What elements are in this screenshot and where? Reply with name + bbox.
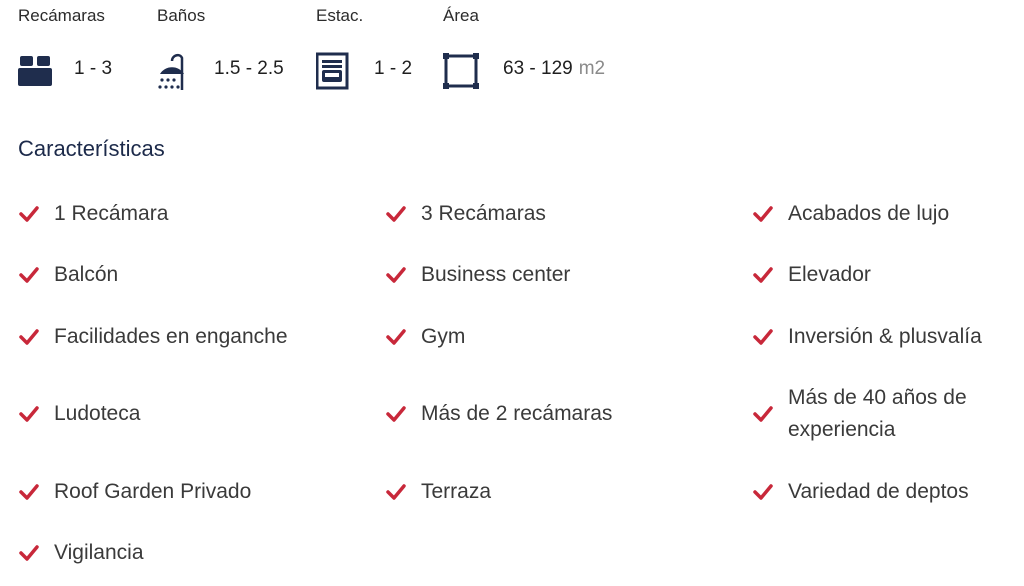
check-icon	[385, 403, 407, 425]
area-range: 63 - 129	[503, 58, 573, 79]
feature-label: Roof Garden Privado	[54, 480, 252, 503]
bedrooms-label: Recámaras	[18, 6, 105, 25]
feature-item: 3 Recámaras	[385, 198, 546, 230]
area-label: Área	[443, 6, 479, 25]
feature-item: Ludoteca	[18, 398, 140, 430]
check-icon	[385, 264, 407, 286]
features-title: Características	[18, 136, 165, 161]
feature-label: 3 Recámaras	[421, 202, 546, 225]
feature-label: Balcón	[54, 263, 119, 286]
feature-label: Gym	[421, 325, 466, 348]
feature-item: Más de 40 años de experiencia	[752, 382, 1012, 446]
feature-label: Más de 40 años de experiencia	[788, 386, 967, 441]
baths-value: 1.5 - 2.5	[214, 58, 284, 79]
check-icon	[18, 264, 40, 286]
feature-label: Variedad de deptos	[788, 480, 969, 503]
check-icon	[18, 326, 40, 348]
check-icon	[18, 542, 40, 564]
feature-label: Business center	[421, 263, 571, 286]
feature-label: 1 Recámara	[54, 202, 169, 225]
baths-label: Baños	[157, 6, 206, 25]
feature-item: Acabados de lujo	[752, 198, 949, 230]
shower-icon	[158, 53, 184, 90]
check-icon	[18, 403, 40, 425]
garage-icon	[316, 52, 349, 90]
bedrooms-value: 1 - 3	[74, 58, 113, 79]
check-icon	[385, 481, 407, 503]
feature-label: Inversión & plusvalía	[788, 325, 982, 348]
parking-value: 1 - 2	[374, 58, 413, 79]
feature-item: Vigilancia	[18, 537, 144, 569]
feature-item: Business center	[385, 259, 570, 291]
check-icon	[18, 203, 40, 225]
check-icon	[385, 203, 407, 225]
check-icon	[385, 326, 407, 348]
feature-item: Balcón	[18, 259, 118, 291]
feature-label: Elevador	[788, 263, 871, 286]
check-icon	[752, 326, 774, 348]
area-square-icon	[443, 53, 479, 89]
feature-label: Ludoteca	[54, 402, 141, 425]
feature-item: 1 Recámara	[18, 198, 168, 230]
parking-label: Estac.	[316, 6, 364, 25]
feature-item: Elevador	[752, 259, 871, 291]
feature-item: Más de 2 recámaras	[385, 398, 612, 430]
feature-label: Más de 2 recámaras	[421, 402, 613, 425]
feature-item: Gym	[385, 321, 465, 353]
feature-label: Acabados de lujo	[788, 202, 950, 225]
check-icon	[18, 481, 40, 503]
feature-item: Terraza	[385, 476, 491, 508]
area-value: 63 - 129 m2	[503, 58, 605, 80]
check-icon	[752, 403, 774, 425]
check-icon	[752, 481, 774, 503]
property-stats: Recámaras Baños Estac. Área 1 - 3 1.5 - …	[18, 6, 718, 96]
feature-label: Facilidades en enganche	[54, 325, 288, 348]
feature-item: Roof Garden Privado	[18, 476, 251, 508]
bed-icon	[18, 56, 52, 86]
feature-label: Vigilancia	[54, 541, 144, 564]
check-icon	[752, 264, 774, 286]
area-unit: m2	[578, 58, 606, 79]
feature-label: Terraza	[421, 480, 492, 503]
feature-item: Facilidades en enganche	[18, 321, 288, 353]
feature-item: Inversión & plusvalía	[752, 321, 982, 353]
feature-item: Variedad de deptos	[752, 476, 969, 508]
check-icon	[752, 203, 774, 225]
